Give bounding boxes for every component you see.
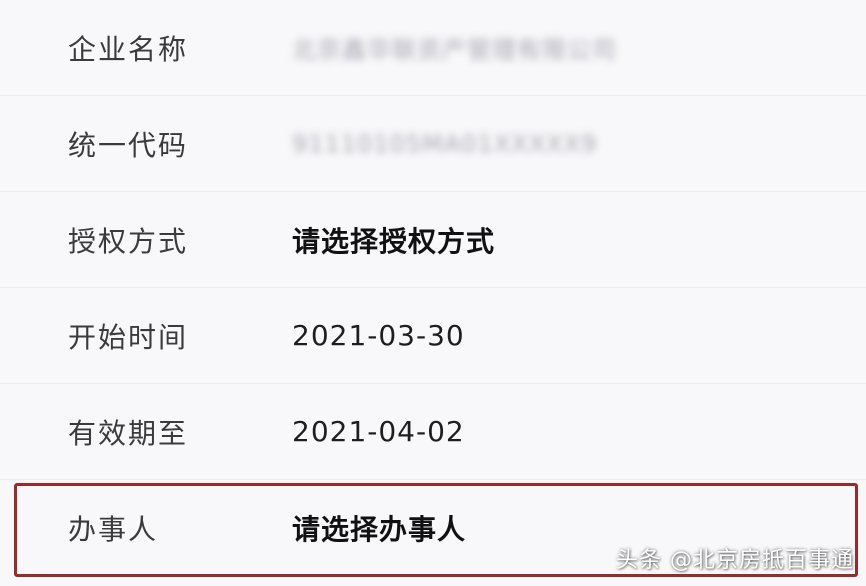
start-date-label: 开始时间 (68, 320, 189, 354)
expiry-date-field[interactable]: 2021-04-02 (292, 415, 465, 448)
authorization-method-select[interactable]: 请选择授权方式 (292, 220, 495, 260)
company-name-value: 北京鑫华联资产管理有限公司 (292, 36, 617, 64)
unified-code-value: 91110105MA01XXXXX9 (292, 129, 598, 158)
row-unified-code: 统一代码 91110105MA01XXXXX9 (0, 96, 866, 192)
expiry-date-label: 有效期至 (68, 416, 189, 450)
watermark: 头条 @北京房抵百事通 (616, 548, 854, 573)
authorization-form: 企业名称 北京鑫华联资产管理有限公司 统一代码 91110105MA01XXXX… (0, 0, 866, 586)
start-date-field[interactable]: 2021-03-30 (292, 319, 465, 352)
unified-code-label: 统一代码 (68, 128, 189, 162)
row-company-name: 企业名称 北京鑫华联资产管理有限公司 (0, 0, 866, 96)
authorization-method-label: 授权方式 (68, 224, 189, 258)
row-start-date[interactable]: 开始时间 2021-03-30 (0, 288, 866, 384)
row-expiry-date[interactable]: 有效期至 2021-04-02 (0, 384, 866, 480)
row-authorization-method[interactable]: 授权方式 请选择授权方式 (0, 192, 866, 288)
company-name-label: 企业名称 (68, 32, 189, 66)
